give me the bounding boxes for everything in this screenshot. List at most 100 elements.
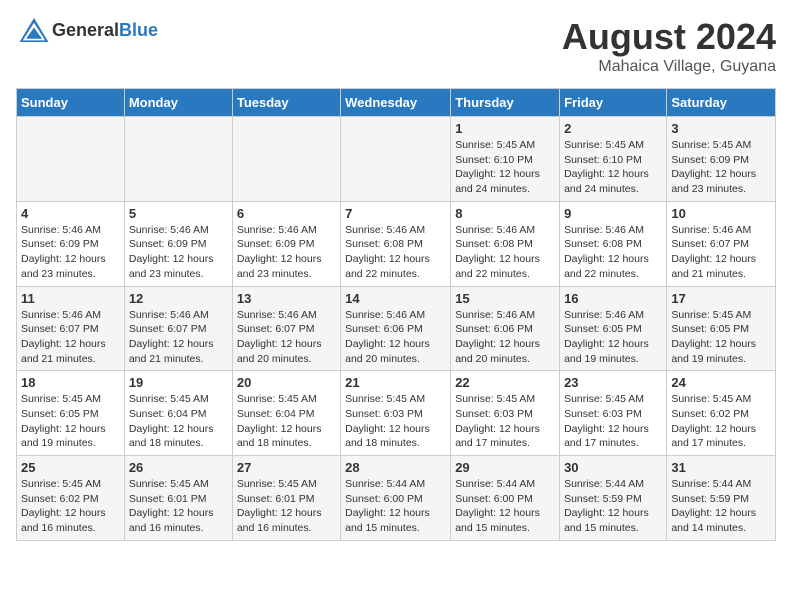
day-detail: Sunrise: 5:45 AM Sunset: 6:01 PM Dayligh… [237, 477, 336, 536]
day-number: 19 [129, 375, 228, 390]
calendar-cell: 6 Sunrise: 5:46 AM Sunset: 6:09 PM Daylig… [232, 201, 340, 286]
day-detail: Sunrise: 5:46 AM Sunset: 6:05 PM Dayligh… [564, 308, 662, 367]
day-detail: Sunrise: 5:45 AM Sunset: 6:04 PM Dayligh… [129, 392, 228, 451]
day-header-sunday: Sunday [17, 89, 125, 117]
calendar-cell: 3 Sunrise: 5:45 AM Sunset: 6:09 PM Daylig… [667, 117, 776, 202]
day-number: 1 [455, 121, 555, 136]
day-number: 22 [455, 375, 555, 390]
day-detail: Sunrise: 5:45 AM Sunset: 6:05 PM Dayligh… [21, 392, 120, 451]
day-number: 23 [564, 375, 662, 390]
calendar-cell: 2 Sunrise: 5:45 AM Sunset: 6:10 PM Daylig… [560, 117, 667, 202]
calendar-cell: 18 Sunrise: 5:45 AM Sunset: 6:05 PM Dayli… [17, 371, 125, 456]
day-number: 31 [671, 460, 771, 475]
day-number: 20 [237, 375, 336, 390]
calendar-cell: 13Sunrise: 5:46 AM Sunset: 6:07 PM Dayli… [232, 286, 340, 371]
day-header-wednesday: Wednesday [341, 89, 451, 117]
day-number: 15 [455, 291, 555, 306]
day-header-thursday: Thursday [451, 89, 560, 117]
calendar-cell: 29Sunrise: 5:44 AM Sunset: 6:00 PM Dayli… [451, 456, 560, 541]
day-number: 21 [345, 375, 446, 390]
day-number: 16 [564, 291, 662, 306]
page-header: GeneralBlue August 2024 Mahaica Village,… [16, 16, 776, 76]
calendar-cell: 1 Sunrise: 5:45 AM Sunset: 6:10 PM Daylig… [451, 117, 560, 202]
day-detail: Sunrise: 5:45 AM Sunset: 6:01 PM Dayligh… [129, 477, 228, 536]
day-detail: Sunrise: 5:46 AM Sunset: 6:08 PM Dayligh… [564, 223, 662, 282]
day-detail: Sunrise: 5:44 AM Sunset: 5:59 PM Dayligh… [671, 477, 771, 536]
day-number: 4 [21, 206, 120, 221]
day-detail: Sunrise: 5:46 AM Sunset: 6:09 PM Dayligh… [21, 223, 120, 282]
calendar-cell: 22Sunrise: 5:45 AM Sunset: 6:03 PM Dayli… [451, 371, 560, 456]
day-detail: Sunrise: 5:46 AM Sunset: 6:09 PM Dayligh… [129, 223, 228, 282]
calendar-cell: 30Sunrise: 5:44 AM Sunset: 5:59 PM Dayli… [560, 456, 667, 541]
logo-blue: Blue [119, 20, 158, 40]
day-detail: Sunrise: 5:44 AM Sunset: 6:00 PM Dayligh… [345, 477, 446, 536]
day-number: 9 [564, 206, 662, 221]
day-detail: Sunrise: 5:46 AM Sunset: 6:07 PM Dayligh… [237, 308, 336, 367]
calendar-cell: 15 Sunrise: 5:46 AM Sunset: 6:06 PM Dayli… [451, 286, 560, 371]
calendar-cell: 11Sunrise: 5:46 AM Sunset: 6:07 PM Dayli… [17, 286, 125, 371]
calendar-cell: 27 Sunrise: 5:45 AM Sunset: 6:01 PM Dayli… [232, 456, 340, 541]
day-detail: Sunrise: 5:45 AM Sunset: 6:10 PM Dayligh… [455, 138, 555, 197]
calendar-cell [124, 117, 232, 202]
day-number: 8 [455, 206, 555, 221]
day-detail: Sunrise: 5:46 AM Sunset: 6:06 PM Dayligh… [455, 308, 555, 367]
logo-general: General [52, 20, 119, 40]
sub-title: Mahaica Village, Guyana [562, 58, 776, 76]
day-number: 7 [345, 206, 446, 221]
day-detail: Sunrise: 5:46 AM Sunset: 6:06 PM Dayligh… [345, 308, 446, 367]
calendar-cell: 24 Sunrise: 5:45 AM Sunset: 6:02 PM Dayli… [667, 371, 776, 456]
calendar-cell: 28 Sunrise: 5:44 AM Sunset: 6:00 PM Dayli… [341, 456, 451, 541]
day-number: 27 [237, 460, 336, 475]
calendar-cell: 26 Sunrise: 5:45 AM Sunset: 6:01 PM Dayli… [124, 456, 232, 541]
day-detail: Sunrise: 5:46 AM Sunset: 6:07 PM Dayligh… [129, 308, 228, 367]
day-number: 2 [564, 121, 662, 136]
calendar-week-row: 11Sunrise: 5:46 AM Sunset: 6:07 PM Dayli… [17, 286, 776, 371]
calendar-cell: 9 Sunrise: 5:46 AM Sunset: 6:08 PM Daylig… [560, 201, 667, 286]
day-detail: Sunrise: 5:45 AM Sunset: 6:02 PM Dayligh… [671, 392, 771, 451]
calendar-cell [17, 117, 125, 202]
day-number: 3 [671, 121, 771, 136]
calendar-week-row: 4 Sunrise: 5:46 AM Sunset: 6:09 PM Daylig… [17, 201, 776, 286]
day-number: 26 [129, 460, 228, 475]
day-number: 24 [671, 375, 771, 390]
day-number: 17 [671, 291, 771, 306]
day-number: 5 [129, 206, 228, 221]
day-detail: Sunrise: 5:45 AM Sunset: 6:03 PM Dayligh… [564, 392, 662, 451]
calendar-cell [341, 117, 451, 202]
day-number: 18 [21, 375, 120, 390]
day-detail: Sunrise: 5:45 AM Sunset: 6:04 PM Dayligh… [237, 392, 336, 451]
day-detail: Sunrise: 5:45 AM Sunset: 6:05 PM Dayligh… [671, 308, 771, 367]
logo-icon [18, 16, 50, 44]
day-detail: Sunrise: 5:46 AM Sunset: 6:07 PM Dayligh… [671, 223, 771, 282]
calendar-cell: 8Sunrise: 5:46 AM Sunset: 6:08 PM Daylig… [451, 201, 560, 286]
day-detail: Sunrise: 5:45 AM Sunset: 6:03 PM Dayligh… [345, 392, 446, 451]
calendar-cell: 14Sunrise: 5:46 AM Sunset: 6:06 PM Dayli… [341, 286, 451, 371]
calendar-cell: 23 Sunrise: 5:45 AM Sunset: 6:03 PM Dayli… [560, 371, 667, 456]
day-number: 6 [237, 206, 336, 221]
day-number: 30 [564, 460, 662, 475]
day-detail: Sunrise: 5:45 AM Sunset: 6:02 PM Dayligh… [21, 477, 120, 536]
day-detail: Sunrise: 5:45 AM Sunset: 6:09 PM Dayligh… [671, 138, 771, 197]
calendar-week-row: 18 Sunrise: 5:45 AM Sunset: 6:05 PM Dayli… [17, 371, 776, 456]
calendar-cell: 5 Sunrise: 5:46 AM Sunset: 6:09 PM Daylig… [124, 201, 232, 286]
calendar-cell: 19 Sunrise: 5:45 AM Sunset: 6:04 PM Dayli… [124, 371, 232, 456]
day-number: 10 [671, 206, 771, 221]
main-title: August 2024 [562, 16, 776, 58]
day-detail: Sunrise: 5:44 AM Sunset: 6:00 PM Dayligh… [455, 477, 555, 536]
calendar-cell: 12Sunrise: 5:46 AM Sunset: 6:07 PM Dayli… [124, 286, 232, 371]
calendar-cell: 10 Sunrise: 5:46 AM Sunset: 6:07 PM Dayli… [667, 201, 776, 286]
day-header-tuesday: Tuesday [232, 89, 340, 117]
calendar-header-row: SundayMondayTuesdayWednesdayThursdayFrid… [17, 89, 776, 117]
day-header-friday: Friday [560, 89, 667, 117]
day-detail: Sunrise: 5:46 AM Sunset: 6:09 PM Dayligh… [237, 223, 336, 282]
calendar-cell: 4 Sunrise: 5:46 AM Sunset: 6:09 PM Daylig… [17, 201, 125, 286]
day-header-saturday: Saturday [667, 89, 776, 117]
calendar-cell: 20 Sunrise: 5:45 AM Sunset: 6:04 PM Dayli… [232, 371, 340, 456]
calendar-cell: 7 Sunrise: 5:46 AM Sunset: 6:08 PM Daylig… [341, 201, 451, 286]
calendar-cell: 16 Sunrise: 5:46 AM Sunset: 6:05 PM Dayli… [560, 286, 667, 371]
day-detail: Sunrise: 5:46 AM Sunset: 6:08 PM Dayligh… [345, 223, 446, 282]
day-detail: Sunrise: 5:45 AM Sunset: 6:10 PM Dayligh… [564, 138, 662, 197]
day-number: 28 [345, 460, 446, 475]
day-number: 25 [21, 460, 120, 475]
day-header-monday: Monday [124, 89, 232, 117]
